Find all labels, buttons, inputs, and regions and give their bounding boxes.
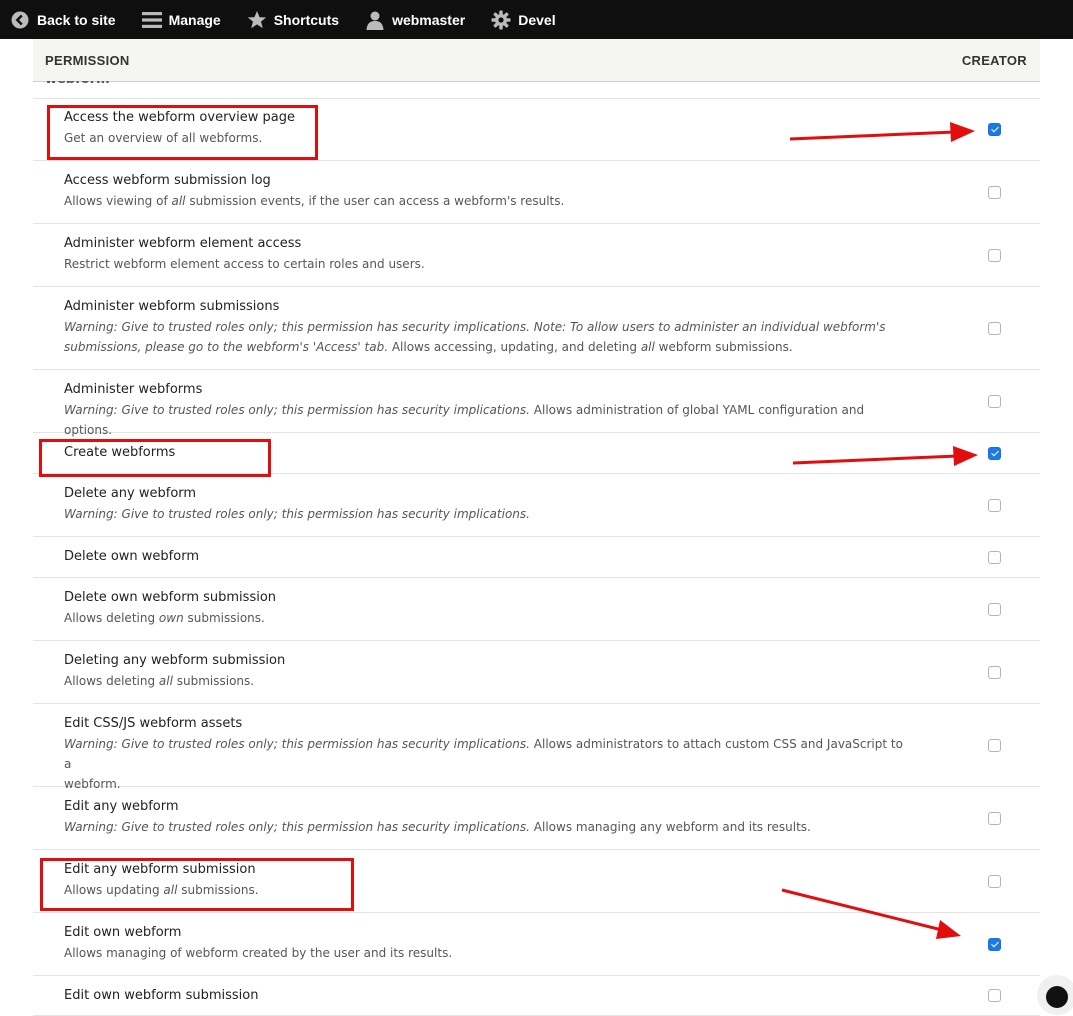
permission-row: Delete any webform Warning: Give to trust… — [33, 474, 1040, 537]
highlight-box — [39, 439, 271, 477]
section-heading-row: webform — [33, 81, 1040, 99]
permission-text: Edit any webform Warning: Give to trusted… — [64, 797, 910, 837]
permission-title: Administer webforms — [64, 382, 203, 397]
gear-icon — [491, 10, 511, 30]
permission-row: Access webform submission log Allows view… — [33, 161, 1040, 224]
creator-permission-checkbox[interactable] — [988, 447, 1001, 460]
permission-description: Warning: Give to trusted roles only; thi… — [64, 820, 811, 834]
toolbar-manage[interactable]: Manage — [141, 0, 221, 39]
user-icon — [365, 10, 385, 30]
creator-permission-checkbox[interactable] — [988, 249, 1001, 262]
permission-description: Warning: Give to trusted roles only; thi… — [64, 737, 903, 771]
permission-row: Delete own webform submission Allows dele… — [33, 578, 1040, 641]
toolbar-label: webmaster — [392, 11, 466, 28]
permission-title: Access webform submission log — [64, 173, 271, 188]
permission-text: Delete own webform submission Allows dele… — [64, 588, 910, 628]
toolbar-label: Devel — [518, 11, 556, 28]
permission-text: Edit own webform Allows managing of webfo… — [64, 923, 910, 963]
permission-row: Deleting any webform submission Allows de… — [33, 641, 1040, 704]
permission-row: Delete own webform — [33, 537, 1040, 578]
creator-permission-checkbox[interactable] — [988, 395, 1001, 408]
permission-title: Edit CSS/JS webform assets — [64, 716, 243, 731]
permission-title: Deleting any webform submission — [64, 653, 286, 668]
section-heading: webform — [45, 81, 110, 87]
permission-row: Edit own webform Allows managing of webfo… — [33, 913, 1040, 976]
permission-row: Edit CSS/JS webform assets Warning: Give … — [33, 704, 1040, 791]
permission-text: Administer webform submissions Warning: G… — [64, 297, 910, 357]
permission-text: Delete own webform — [64, 547, 910, 567]
permission-description: Allows managing of webform created by th… — [64, 946, 453, 960]
permission-title: Delete own webform submission — [64, 590, 277, 605]
permission-description: Restrict webform element access to certa… — [64, 257, 425, 271]
toolbar-back-to-site[interactable]: Back to site — [10, 0, 116, 39]
creator-permission-checkbox[interactable] — [988, 938, 1001, 951]
permission-title: Edit any webform — [64, 799, 179, 814]
permission-title: Delete any webform — [64, 486, 197, 501]
creator-permission-checkbox[interactable] — [988, 123, 1001, 136]
toolbar-label: Manage — [168, 11, 221, 28]
permission-description: submissions, please go to the webform's … — [64, 340, 793, 354]
permission-text: Edit own webform submission — [64, 986, 910, 1006]
permission-title: Edit own webform — [64, 925, 182, 940]
star-icon — [247, 10, 267, 30]
permission-row: Edit any webform Warning: Give to trusted… — [33, 787, 1040, 850]
permission-row: Administer webform element access Restric… — [33, 224, 1040, 287]
toolbar-user[interactable]: webmaster — [365, 0, 465, 39]
permission-row: Administer webforms Warning: Give to trus… — [33, 370, 1040, 437]
toolbar-devel[interactable]: Devel — [491, 0, 556, 39]
permission-row: Edit own webform submission — [33, 976, 1040, 1016]
back-arrow-icon — [10, 10, 30, 30]
permission-text: Edit CSS/JS webform assets Warning: Give … — [64, 714, 910, 794]
permission-description: Warning: Give to trusted roles only; thi… — [64, 320, 886, 334]
creator-permission-checkbox[interactable] — [988, 186, 1001, 199]
creator-permission-checkbox[interactable] — [988, 812, 1001, 825]
admin-toolbar: Back to site Manage Shortcuts webmaster — [0, 0, 1073, 39]
permission-text: Delete any webform Warning: Give to trust… — [64, 484, 910, 524]
creator-permission-checkbox[interactable] — [988, 551, 1001, 564]
creator-permission-checkbox[interactable] — [988, 603, 1001, 616]
creator-permission-checkbox[interactable] — [988, 875, 1001, 888]
column-header-creator: CREATOR — [961, 53, 1027, 68]
permission-text: Administer webform element access Restric… — [64, 234, 910, 274]
permission-title: Administer webform submissions — [64, 299, 280, 314]
permissions-table-header: PERMISSION CREATOR — [33, 39, 1040, 82]
permission-row: Administer webform submissions Warning: G… — [33, 287, 1040, 370]
permission-text: Deleting any webform submission Allows de… — [64, 651, 910, 691]
permission-description: Allows deleting all submissions. — [64, 674, 255, 688]
creator-permission-checkbox[interactable] — [988, 666, 1001, 679]
toolbar-label: Shortcuts — [273, 11, 340, 28]
permission-description: Warning: Give to trusted roles only; thi… — [64, 507, 530, 521]
permission-title: Delete own webform — [64, 549, 199, 564]
highlight-box — [40, 858, 354, 911]
permission-text: Administer webforms Warning: Give to trus… — [64, 380, 910, 440]
permission-text: Access webform submission log Allows view… — [64, 171, 910, 211]
permission-description: Allows deleting own submissions. — [64, 611, 265, 625]
permission-title: Administer webform element access — [64, 236, 302, 251]
creator-permission-checkbox[interactable] — [988, 322, 1001, 335]
hamburger-menu-icon — [141, 10, 162, 30]
toolbar-label: Back to site — [37, 11, 116, 28]
creator-permission-checkbox[interactable] — [988, 499, 1001, 512]
creator-permission-checkbox[interactable] — [988, 739, 1001, 752]
column-header-permission: PERMISSION — [45, 53, 130, 68]
permission-description: Allows viewing of all submission events,… — [64, 194, 565, 208]
highlight-box — [47, 105, 318, 160]
toolbar-shortcuts[interactable]: Shortcuts — [247, 0, 339, 39]
permission-title: Edit own webform submission — [64, 988, 259, 1003]
drupal-logo-icon — [1037, 975, 1073, 1015]
creator-permission-checkbox[interactable] — [988, 989, 1001, 1002]
